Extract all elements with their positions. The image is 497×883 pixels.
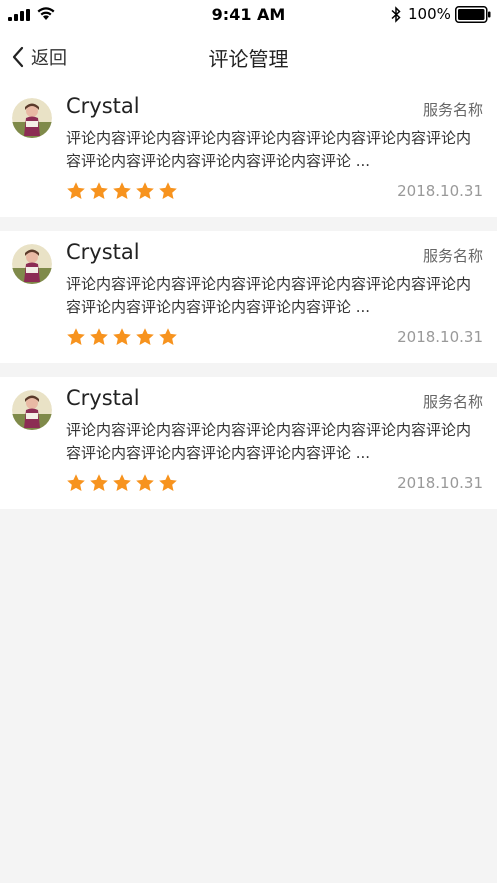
service-name: 服务名称 [422, 247, 483, 265]
star-icon [135, 181, 155, 201]
star-icon [89, 473, 109, 493]
navigation-bar: 返回 评论管理 [0, 30, 497, 85]
star-icon [158, 181, 178, 201]
page-title: 评论管理 [208, 47, 289, 71]
avatar [12, 98, 52, 138]
reviewer-name: Crystal [66, 94, 140, 118]
service-name: 服务名称 [422, 393, 483, 411]
review-date: 2018.10.31 [397, 328, 483, 346]
avatar [12, 390, 52, 430]
review-card[interactable]: Crystal 服务名称 评论内容评论内容评论内容评论内容评论内容评论内容评论内… [0, 85, 497, 217]
reviewer-name: Crystal [66, 386, 140, 410]
star-icon [112, 473, 132, 493]
star-rating [66, 473, 181, 493]
star-icon [89, 327, 109, 347]
star-icon [66, 473, 86, 493]
review-content: 评论内容评论内容评论内容评论内容评论内容评论内容评论内容评论内容评论内容评论内容… [66, 129, 472, 170]
review-date: 2018.10.31 [397, 182, 483, 200]
star-icon [66, 181, 86, 201]
review-card[interactable]: Crystal 服务名称 评论内容评论内容评论内容评论内容评论内容评论内容评论内… [0, 231, 497, 363]
star-rating [66, 327, 181, 347]
star-icon [135, 473, 155, 493]
star-icon [158, 473, 178, 493]
review-card[interactable]: Crystal 服务名称 评论内容评论内容评论内容评论内容评论内容评论内容评论内… [0, 377, 497, 509]
star-rating [66, 181, 181, 201]
battery-icon [455, 6, 491, 23]
review-content: 评论内容评论内容评论内容评论内容评论内容评论内容评论内容评论内容评论内容评论内容… [66, 275, 472, 316]
battery-percent: 100% [408, 5, 451, 23]
star-icon [89, 181, 109, 201]
service-name: 服务名称 [422, 101, 483, 119]
bluetooth-icon [391, 6, 401, 23]
star-icon [66, 327, 86, 347]
star-icon [112, 181, 132, 201]
star-icon [112, 327, 132, 347]
status-bar: 9:41 AM 100% [0, 0, 497, 30]
star-icon [158, 327, 178, 347]
review-content: 评论内容评论内容评论内容评论内容评论内容评论内容评论内容评论内容评论内容评论内容… [66, 421, 472, 462]
reviewer-name: Crystal [66, 240, 140, 264]
avatar [12, 244, 52, 284]
star-icon [135, 327, 155, 347]
review-date: 2018.10.31 [397, 474, 483, 492]
